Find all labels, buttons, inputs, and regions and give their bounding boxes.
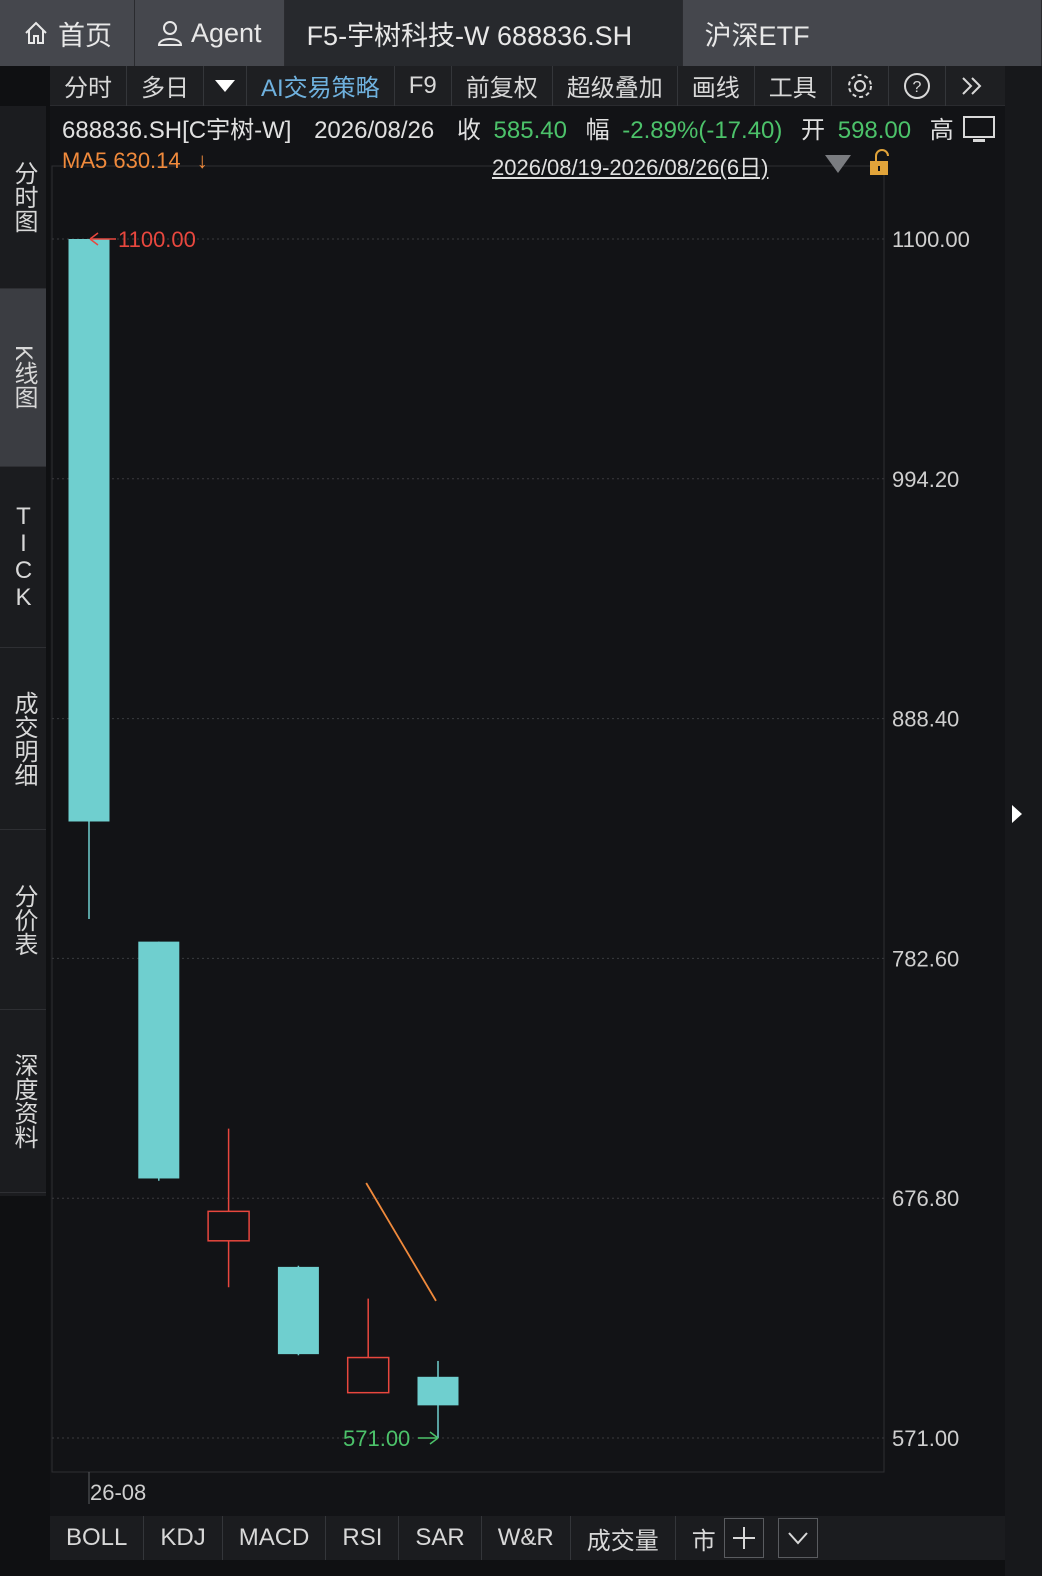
- candle-body-up: [346, 1356, 390, 1394]
- date-range[interactable]: 2026/08/19-2026/08/26(6日): [492, 150, 768, 182]
- sidebar-item-label: 深度资料: [10, 1053, 37, 1149]
- fenshi-button[interactable]: 分时: [50, 65, 127, 106]
- sidebar-item-fenshi[interactable]: 分时图: [0, 106, 46, 289]
- tab-agent[interactable]: Agent: [135, 0, 285, 66]
- candle-body-down: [138, 941, 180, 1179]
- y-tick-label: 994.20: [892, 467, 959, 492]
- close-value: 585.40: [493, 117, 567, 144]
- sidebar-item-chengjiao[interactable]: 成交明细: [0, 648, 46, 830]
- candle-body-up: [207, 1210, 250, 1242]
- quote-date: 2026/08/26: [314, 117, 435, 144]
- indicator-macd[interactable]: MACD: [223, 1516, 327, 1560]
- min-price-label: 571.00: [343, 1426, 410, 1451]
- tab-home[interactable]: 首页: [0, 0, 135, 66]
- sidebar-item-shendu[interactable]: 深度资料: [0, 1010, 46, 1193]
- indicator-volume[interactable]: 成交量: [571, 1516, 676, 1560]
- qianfuquan-button[interactable]: 前复权: [452, 65, 553, 106]
- ma5-arrow-icon: ↓: [196, 148, 208, 173]
- duori-button[interactable]: 多日: [127, 65, 204, 106]
- kline-chart-area[interactable]: 1100.00 994.20 888.40 782.60 676.80 571.00 110…: [50, 106, 1005, 1516]
- ma5-label: MA5 630.14: [62, 148, 181, 173]
- dropdown-icon[interactable]: [204, 65, 247, 106]
- sidebar-item-label: TICK: [10, 503, 37, 611]
- y-tick-label: 571.00: [892, 1426, 959, 1451]
- collapse-icon[interactable]: [777, 1518, 818, 1558]
- indicator-wr[interactable]: W&R: [482, 1516, 571, 1560]
- indicator-more[interactable]: 市: [676, 1516, 722, 1560]
- range-dropdown-icon[interactable]: [824, 154, 852, 179]
- gongju-button[interactable]: 工具: [755, 65, 832, 106]
- close-label: 收: [456, 117, 481, 144]
- indicator-bar: BOLL KDJ MACD RSI SAR W&R 成交量 市: [50, 1516, 1005, 1560]
- sidebar-item-label: 成交明细: [10, 690, 37, 787]
- chg-label: 幅: [585, 117, 610, 144]
- candle-body-down: [277, 1266, 319, 1355]
- add-indicator-icon[interactable]: [723, 1518, 764, 1558]
- sidebar-item-tick[interactable]: TICK: [0, 467, 46, 648]
- chaoji-button[interactable]: 超级叠加: [553, 65, 678, 106]
- indicator-boll[interactable]: BOLL: [50, 1516, 145, 1560]
- sidebar-item-label: K线图: [10, 345, 37, 410]
- high-label: 高: [929, 117, 954, 144]
- expand-right-icon[interactable]: [1009, 802, 1025, 831]
- sidebar-item-label: 分时图: [10, 161, 37, 233]
- more-icon[interactable]: [946, 66, 998, 106]
- plot-frame: [51, 165, 885, 1473]
- f9-button[interactable]: F9: [395, 65, 452, 106]
- gear-icon[interactable]: [832, 65, 889, 106]
- y-tick-label: 888.40: [892, 707, 959, 732]
- tab-agent-label: Agent: [191, 17, 262, 48]
- left-sidebar: 分时图 K线图 TICK 成交明细 分价表 深度资料: [0, 106, 46, 1196]
- sidebar-item-fenjia[interactable]: 分价表: [0, 830, 46, 1010]
- tab-etf-label: 沪深ETF: [704, 20, 810, 51]
- indicator-rsi[interactable]: RSI: [326, 1516, 400, 1560]
- ma5-line: [365, 1182, 437, 1302]
- svg-text:?: ?: [912, 79, 921, 96]
- ai-strategy-button[interactable]: AI交易策略: [247, 65, 395, 106]
- chart-toolbar: 分时 多日 AI交易策略 F9 前复权 超级叠加 画线 工具 ?: [50, 65, 1005, 106]
- tab-home-label: 首页: [58, 20, 112, 51]
- x-tick-label: 26-08: [90, 1480, 146, 1505]
- stock-code: 688836.SH[C宇树-W]: [62, 117, 292, 144]
- tab-etf[interactable]: 沪深ETF: [682, 0, 1042, 66]
- huaxian-button[interactable]: 画线: [678, 65, 755, 106]
- home-icon: [22, 19, 50, 47]
- lock-icon[interactable]: [868, 148, 894, 183]
- quote-info-line: 688836.SH[C宇树-W] 2026/08/26 收 585.40 幅 -…: [62, 110, 960, 145]
- help-icon[interactable]: ?: [889, 65, 946, 106]
- tab-bar: 首页 Agent F5-宇树科技-W 688836.SH 沪深ETF: [0, 0, 1042, 66]
- max-price-label: 1100.00: [118, 227, 196, 252]
- y-tick-label: 1100.00: [892, 227, 970, 252]
- open-label: 开: [801, 117, 826, 144]
- candle-body-down: [417, 1376, 459, 1406]
- sidebar-item-label: 分价表: [10, 883, 37, 956]
- sidebar-item-kline[interactable]: K线图: [0, 289, 46, 467]
- monitor-icon[interactable]: [961, 114, 997, 151]
- y-tick-label: 782.60: [892, 946, 959, 971]
- chg-value: -2.89%(-17.40): [622, 117, 783, 144]
- candle-body-down: [68, 239, 110, 822]
- user-icon: [157, 19, 183, 47]
- indicator-sar[interactable]: SAR: [399, 1516, 482, 1560]
- tab-stock-label: F5-宇树科技-W 688836.SH: [306, 20, 633, 51]
- open-value: 598.00: [837, 117, 912, 144]
- indicator-kdj[interactable]: KDJ: [144, 1516, 223, 1560]
- right-rail: [963, 66, 1042, 1576]
- kline-chart[interactable]: 1100.00 994.20 888.40 782.60 676.80 571.00 110…: [50, 106, 1005, 1516]
- ma5-indicator: MA5 630.14 ↓: [62, 148, 208, 174]
- tab-stock[interactable]: F5-宇树科技-W 688836.SH: [284, 0, 683, 66]
- y-tick-label: 676.80: [892, 1186, 959, 1211]
